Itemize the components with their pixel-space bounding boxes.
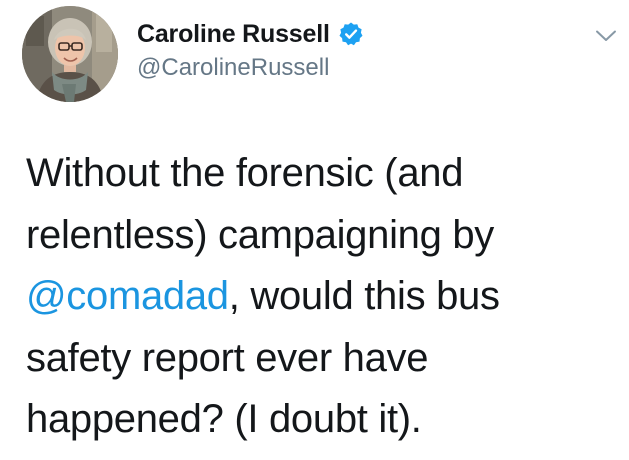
tweet-text-fragment: , would this bus xyxy=(228,274,500,318)
tweet-card: Caroline Russell @CarolineRussell Withou… xyxy=(0,0,629,460)
tweet-text-line: happened? (I doubt it). xyxy=(26,397,422,441)
verified-badge-icon xyxy=(338,21,364,47)
tweet-text-line: Without the forensic (and xyxy=(26,151,464,195)
profile-photo xyxy=(22,6,118,102)
chevron-down-icon[interactable] xyxy=(594,28,618,44)
author-handle[interactable]: @CarolineRussell xyxy=(137,54,329,82)
tweet-text-line: relentless) campaigning by xyxy=(26,212,495,257)
tweet-text: Without the forensic (and relentless) ca… xyxy=(26,143,616,451)
display-name[interactable]: Caroline Russell xyxy=(137,20,330,49)
avatar[interactable] xyxy=(22,6,118,102)
tweet-text-line: @comadad, would this bus xyxy=(26,266,616,328)
tweet-text-line: safety report ever have xyxy=(26,335,429,380)
author-name-row[interactable]: Caroline Russell xyxy=(137,18,364,50)
mention-link[interactable]: @comadad xyxy=(26,274,229,318)
